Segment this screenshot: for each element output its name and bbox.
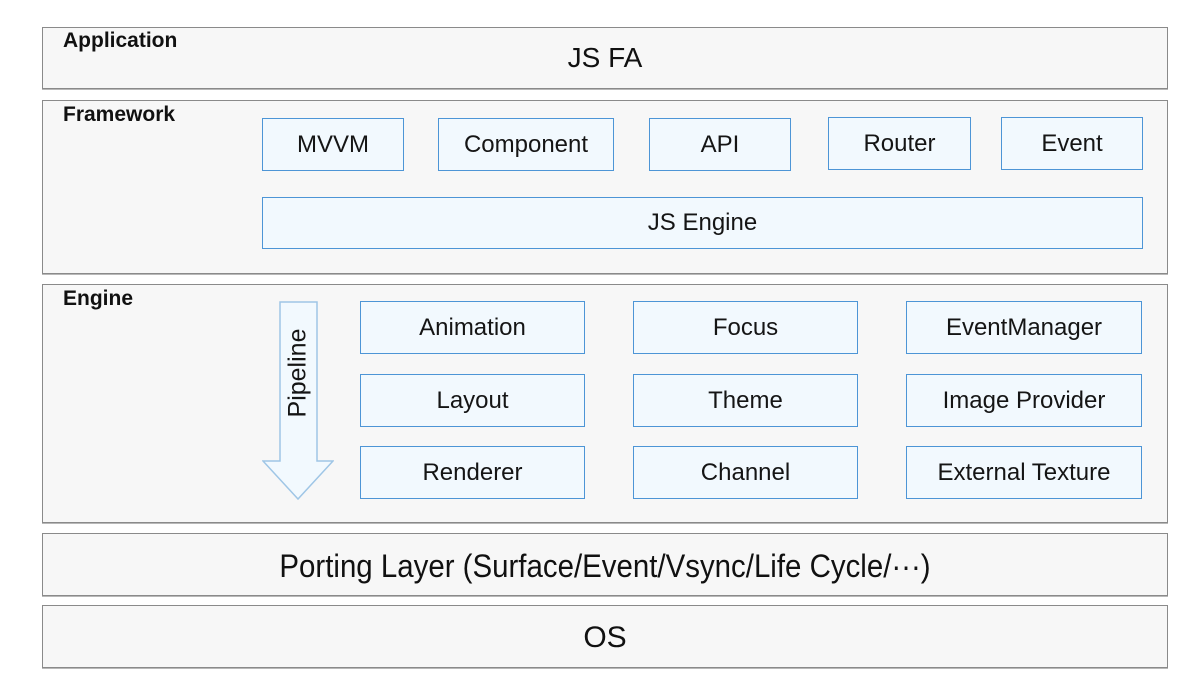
- framework-module-router: Router: [828, 117, 971, 170]
- js-engine-module: JS Engine: [262, 197, 1143, 249]
- js-fa-label: JS FA: [567, 42, 643, 73]
- engine-module-image-provider: Image Provider: [906, 374, 1142, 427]
- engine-module-animation: Animation: [360, 301, 585, 354]
- engine-layer: Engine Pipeline Animation Focus EventMan…: [42, 284, 1168, 523]
- engine-layer-label: Engine: [63, 287, 134, 310]
- engine-module-external-texture: External Texture: [906, 446, 1142, 499]
- framework-module-mvvm: MVVM: [262, 118, 404, 171]
- engine-module-theme: Theme: [633, 374, 858, 427]
- framework-layer: Framework MVVM Component API Router Even…: [42, 100, 1168, 274]
- framework-module-event: Event: [1001, 117, 1143, 170]
- os-layer: OS: [42, 605, 1168, 668]
- engine-module-renderer: Renderer: [360, 446, 585, 499]
- application-layer: Application JS FA: [42, 27, 1168, 89]
- framework-module-api: API: [649, 118, 791, 171]
- engine-module-focus: Focus: [633, 301, 858, 354]
- os-layer-label: OS: [583, 621, 627, 654]
- pipeline-label: Pipeline: [283, 328, 312, 418]
- engine-module-channel: Channel: [633, 446, 858, 499]
- engine-module-layout: Layout: [360, 374, 585, 427]
- engine-module-eventmanager: EventManager: [906, 301, 1142, 354]
- porting-layer: Porting Layer (Surface/Event/Vsync/Life …: [42, 533, 1168, 596]
- framework-layer-label: Framework: [63, 103, 176, 126]
- framework-module-component: Component: [438, 118, 614, 171]
- porting-layer-label: Porting Layer (Surface/Event/Vsync/Life …: [279, 548, 931, 584]
